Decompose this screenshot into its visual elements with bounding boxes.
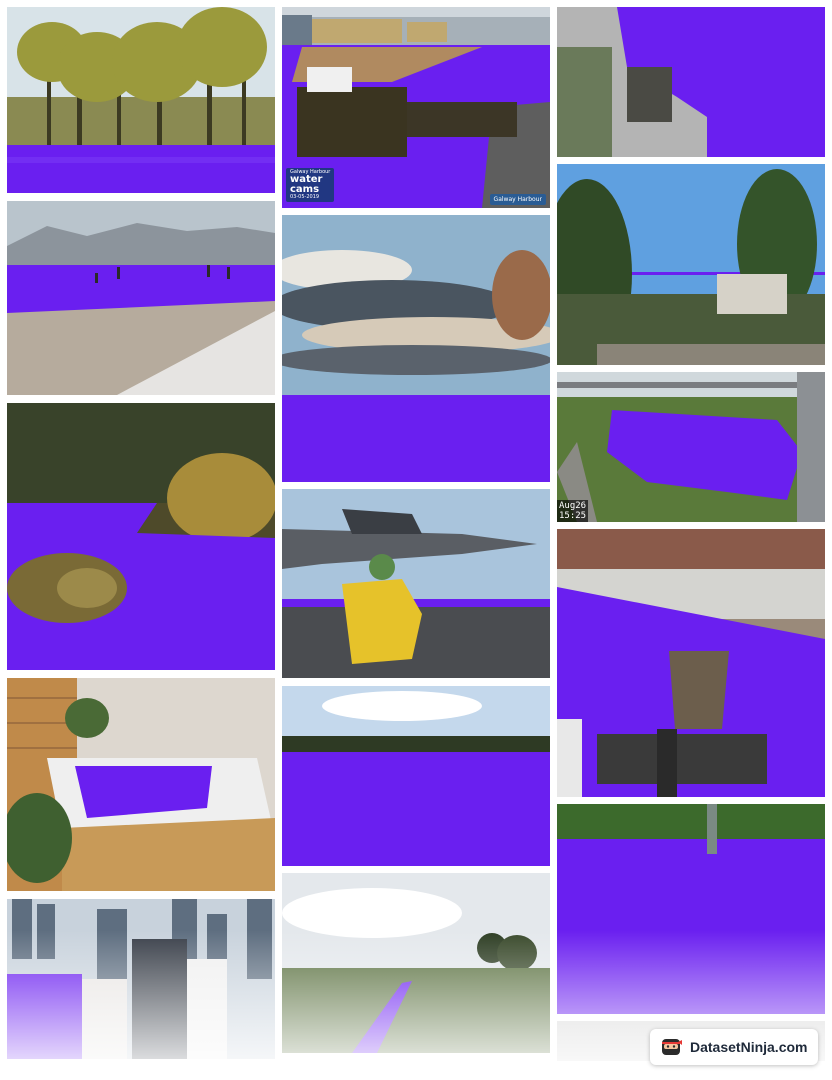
image-tile-city-towers (7, 899, 275, 1059)
water-cams-logo: Galway Harbour water cams 03-05-2019 (286, 168, 335, 202)
image-tile-galway-harbour: Galway Harbour water cams 03-05-2019 Gal… (282, 7, 550, 208)
image-tile-flood-gauge (557, 804, 825, 1014)
image-tile-river-overlook (557, 7, 825, 157)
brand-name: DatasetNinja.com (690, 1039, 808, 1055)
stamp-time: 15:25 (559, 511, 587, 521)
stamp-date: Aug26 (559, 501, 587, 511)
image-tile-hot-tub (7, 678, 275, 891)
image-tile-lake-treeline (282, 686, 550, 866)
image-tile-park-pond-cam: Aug26 15:25 (557, 372, 825, 522)
harbour-label: Galway Harbour (489, 194, 546, 205)
cam-logo-date: 03-05-2019 (290, 194, 320, 200)
image-tile-field-stream (282, 873, 550, 1053)
image-tile-sky-sea (282, 215, 550, 482)
image-tile-snow-lake (7, 201, 275, 395)
image-tile-swamp-trees (7, 7, 275, 193)
timestamp-overlay: Aug26 15:25 (557, 500, 589, 522)
ninja-icon (662, 1039, 682, 1055)
image-tile-jet-carrier (282, 489, 550, 678)
datasetninja-badge[interactable]: DatasetNinja.com (650, 1029, 818, 1065)
image-tile-waterfront-lamp (557, 529, 825, 797)
image-tile-forest-river (7, 403, 275, 670)
image-tile-garden-bridge (557, 164, 825, 365)
